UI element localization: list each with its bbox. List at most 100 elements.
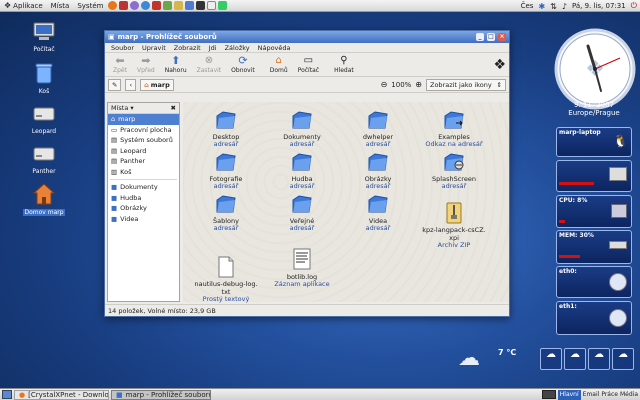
folder-icon xyxy=(292,195,312,213)
menu-help[interactable]: Nápověda xyxy=(254,44,295,52)
picture-launcher-icon[interactable] xyxy=(152,1,162,10)
sidebar-item-trash[interactable]: ▥ Koš xyxy=(108,167,179,178)
bluetooth-icon[interactable]: ✱ xyxy=(538,2,545,11)
keyboard-layout[interactable]: Čes xyxy=(521,2,534,10)
calc-launcher-icon[interactable] xyxy=(218,1,228,10)
menu-view[interactable]: Zobrazit xyxy=(170,44,205,52)
menu-bookmarks[interactable]: Záložky xyxy=(221,44,254,52)
reload-button[interactable]: ⟳ Obnovit xyxy=(231,54,255,75)
menu-applications[interactable]: ❖ Aplikace xyxy=(0,1,47,10)
file-item-examples[interactable]: Examples Odkaz na adresář xyxy=(419,110,489,149)
firefox-launcher-icon[interactable] xyxy=(108,1,118,10)
menu-go[interactable]: Jdi xyxy=(205,44,221,52)
home-icon xyxy=(32,183,56,205)
crumb-marp[interactable]: ⌂ marp xyxy=(140,78,174,91)
file-item-sablony[interactable]: Šablony adresář xyxy=(191,194,261,233)
tray-applet-icon[interactable] xyxy=(541,390,556,399)
close-button[interactable]: × xyxy=(498,33,506,41)
doc-launcher-icon[interactable] xyxy=(207,1,217,10)
workspace-email[interactable]: Email xyxy=(583,391,600,398)
stop-button[interactable]: ⊗ Zastavit xyxy=(197,54,222,75)
sidebar-item-documents[interactable]: ■ Dokumenty xyxy=(108,182,179,193)
forward-button[interactable]: ➡ Vpřed xyxy=(137,54,155,75)
power-icon[interactable]: ⏻ xyxy=(631,1,637,11)
file-item-splashscreen[interactable]: SplashScreen adresář xyxy=(419,152,489,191)
back-button[interactable]: ⬅ Zpět xyxy=(113,54,127,75)
desktop-icon: ▭ xyxy=(111,125,118,134)
workspace-media[interactable]: Média xyxy=(620,391,638,398)
up-button[interactable]: ⬆ Nahoru xyxy=(165,53,187,75)
panel-clock[interactable]: Pá, 9. lis, 07:31 xyxy=(572,2,626,10)
sidebar-item-filesystem[interactable]: ▤ Systém souborů xyxy=(108,135,179,146)
computer-button[interactable]: ▭ Počítač xyxy=(298,54,319,75)
file-item-botlib-log[interactable]: botlib.log Záznam aplikace xyxy=(267,248,337,289)
show-desktop-icon[interactable] xyxy=(2,390,12,399)
view-mode-select[interactable]: Zobrazit jako ikony ⇕ xyxy=(426,78,506,91)
sidebar-item-panther[interactable]: ▤ Panther xyxy=(108,156,179,167)
weather-widget: ☁ 7 °C xyxy=(456,344,538,384)
web-launcher-icon[interactable] xyxy=(141,1,151,10)
crumb-left-button[interactable]: ‹ xyxy=(125,78,137,91)
workspace-hlavni[interactable]: Hlavní xyxy=(557,389,581,400)
music-launcher-icon[interactable] xyxy=(130,1,140,10)
file-view[interactable]: Desktop adresář Dokumenty adresář dwhelper… xyxy=(183,102,509,310)
sidebar-header[interactable]: Místa ▾ ✖ xyxy=(108,103,179,114)
window-titlebar[interactable]: ▣ marp - Prohlížeč souborů _ □ × xyxy=(105,31,509,43)
sidebar-item-marp[interactable]: ⌂ marp xyxy=(108,114,179,125)
file-item-verejne[interactable]: Veřejné adresář xyxy=(267,194,337,233)
forecast-day-3: ☁ xyxy=(588,348,610,370)
desktop-icon-computer[interactable]: Počítač xyxy=(16,22,72,53)
menu-system[interactable]: Systém xyxy=(73,2,107,10)
close-sidebar-icon[interactable]: ✖ xyxy=(171,104,176,112)
sidebar-item-desktop[interactable]: ▭ Pracovní plocha xyxy=(108,125,179,136)
file-item-desktop[interactable]: Desktop adresář xyxy=(191,110,261,149)
volume-icon[interactable]: ♪ xyxy=(562,2,567,11)
location-bar: ✎ ‹ ⌂ marp ⊖ 100% ⊕ Zobrazit jako ikony ⇕ xyxy=(105,77,509,93)
zip-archive-icon xyxy=(446,202,462,223)
sidebar-item-pictures[interactable]: ■ Obrázky xyxy=(108,203,179,214)
folder-icon xyxy=(368,111,388,129)
desktop-icon-leopard[interactable]: Leopard xyxy=(16,104,72,135)
search-button[interactable]: ⚲ Hledat xyxy=(334,54,354,75)
desktop-icon-trash[interactable]: Koš xyxy=(16,62,72,95)
sidebar-item-videos[interactable]: ■ Videa xyxy=(108,214,179,225)
location-toggle-button[interactable]: ✎ xyxy=(108,78,122,91)
files-launcher-icon[interactable] xyxy=(174,1,184,10)
menu-places[interactable]: Místa xyxy=(47,2,74,10)
sidebar-item-leopard[interactable]: ▤ Leopard xyxy=(108,146,179,157)
file-item-fotografie[interactable]: Fotografie adresář xyxy=(191,152,261,191)
forecast-day-2: ☁ xyxy=(564,348,586,370)
file-item-dwhelper[interactable]: dwhelper adresář xyxy=(343,110,413,149)
network-icon[interactable]: ⇅ xyxy=(550,2,557,11)
terminal-launcher-icon[interactable] xyxy=(196,1,206,10)
office-launcher-icon[interactable] xyxy=(185,1,195,10)
file-item-dokumenty[interactable]: Dokumenty adresář xyxy=(267,110,337,149)
sidebar-item-music[interactable]: ■ Hudba xyxy=(108,193,179,204)
folder-icon: ■ xyxy=(111,193,118,202)
menu-edit[interactable]: Upravit xyxy=(138,44,170,52)
zoom-in-icon[interactable]: ⊕ xyxy=(415,80,422,89)
home-button[interactable]: ⌂ Domů xyxy=(270,54,288,75)
folder-icon xyxy=(292,111,312,129)
file-item-obrazky[interactable]: Obrázky adresář xyxy=(343,152,413,191)
file-item-kpz-langpack[interactable]: kpz-langpack-csCZ. xpi Archiv ZIP xyxy=(419,194,489,257)
bottom-panel: ● [CrystalXPnet - Downlo... ■ marp - Pro… xyxy=(0,388,640,400)
taskbar-item-crystalxp[interactable]: ● [CrystalXPnet - Downlo... xyxy=(14,389,109,400)
up-arrow-icon: ⬆ xyxy=(171,53,181,67)
file-item-hudba[interactable]: Hudba adresář xyxy=(267,152,337,191)
maximize-button[interactable]: □ xyxy=(487,33,495,41)
minimize-button[interactable]: _ xyxy=(476,33,484,41)
status-text: 14 položek, Volné místo: 23,9 GB xyxy=(108,306,216,315)
desktop-icon-home[interactable]: Domov marp xyxy=(16,183,72,216)
menu-file[interactable]: Soubor xyxy=(107,44,138,52)
window-title: marp - Prohlížeč souborů xyxy=(117,33,217,41)
chat-launcher-icon[interactable] xyxy=(163,1,173,10)
file-item-videa[interactable]: Videa adresář xyxy=(343,194,413,233)
desktop-icon-panther[interactable]: Panther xyxy=(16,144,72,175)
trash-icon: ▥ xyxy=(111,167,118,176)
folder-locked-icon xyxy=(444,153,464,171)
email-launcher-icon[interactable] xyxy=(119,1,129,10)
zoom-out-icon[interactable]: ⊖ xyxy=(381,80,388,89)
taskbar-item-file-manager[interactable]: ■ marp - Prohlížeč souborů xyxy=(111,389,211,400)
workspace-prace[interactable]: Práce xyxy=(601,391,618,398)
